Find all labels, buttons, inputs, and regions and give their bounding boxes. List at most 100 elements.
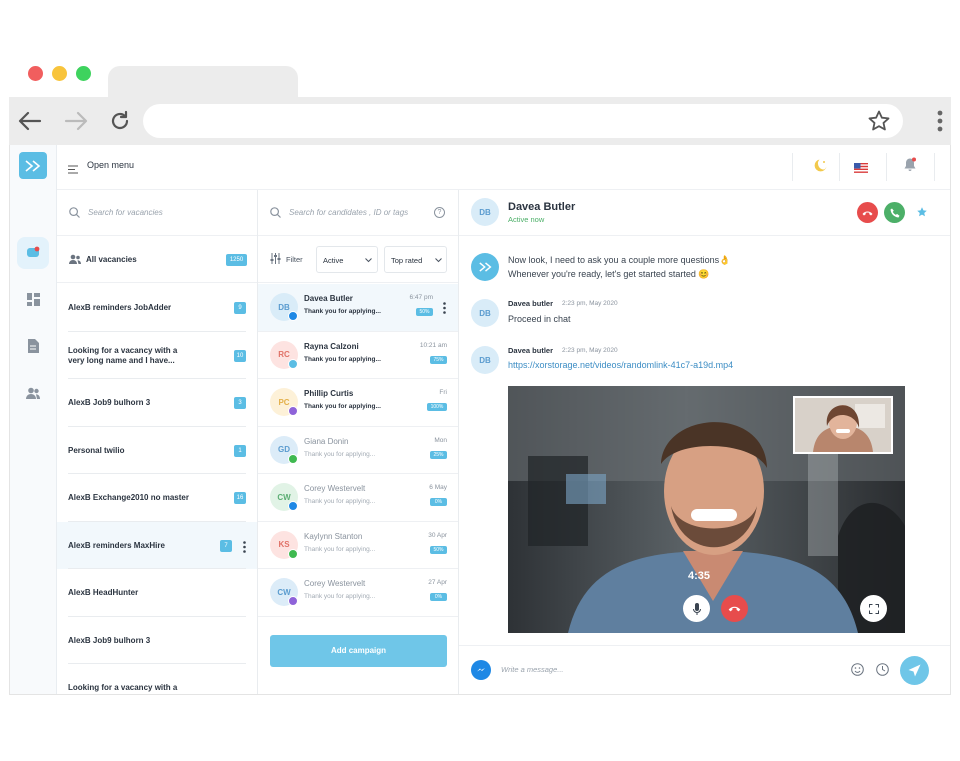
add-campaign-button[interactable]: Add campaign [270,635,447,667]
app-logo-icon [478,262,492,272]
us-flag-icon[interactable] [854,160,868,178]
chat-nav-icon[interactable] [17,237,49,269]
send-button[interactable] [900,656,929,685]
candidate-list-item[interactable]: PC Phillip Curtis Thank you for applying..… [258,379,458,427]
call-timer: 4:35 [688,570,711,582]
vacancy-list-item[interactable]: AlexB reminders JobAdder 9 [57,284,257,332]
app-logo[interactable] [19,152,47,179]
favorite-star-icon[interactable] [916,206,928,218]
candidate-list-item[interactable]: CW Corey Westervelt Thank you for applying… [258,474,458,522]
candidate-name: Davea Butler [304,294,353,303]
vacancy-search-input[interactable]: Search for vacancies [57,190,257,236]
kebab-menu-icon[interactable] [243,540,246,558]
message-meta: 2:23 pm, May 2020 [562,347,618,354]
minimize-window-dot[interactable] [52,66,67,81]
reload-icon[interactable] [106,107,134,135]
app-window: Open menu Search for vacancies All vacan… [9,145,951,695]
vacancy-list-item[interactable]: Looking for a vacancy with a [57,664,257,694]
self-view-thumbnail[interactable] [793,396,893,454]
match-percent-badge: 75% [430,355,447,364]
top-bar: Open menu [57,145,950,190]
vacancy-list-item[interactable]: AlexB Job9 bulhorn 3 3 [57,379,257,427]
help-icon[interactable]: ? [434,207,445,218]
forward-arrow-icon[interactable] [62,107,90,135]
candidate-list-item[interactable]: GD Giana Donin Thank you for applying... Mo… [258,427,458,474]
candidate-list-item[interactable]: RC Rayna Calzoni Thank you for applying...… [258,332,458,379]
messenger-channel-icon[interactable] [471,660,491,680]
candidate-list-item[interactable]: DB Davea Butler Thank you for applying... 6… [258,284,458,332]
open-menu-button[interactable]: Open menu [87,160,134,170]
sort-select[interactable]: Top rated [384,246,447,273]
filter-icon[interactable] [270,253,281,264]
vacancy-list-item[interactable]: AlexB Exchange2010 no master 16 [57,474,257,522]
people-icon [69,254,81,264]
maximize-window-dot[interactable] [76,66,91,81]
filter-row: Filter Active Top rated [258,236,458,283]
all-vacancies-row[interactable]: All vacancies 1250 [57,236,257,283]
accept-call-button[interactable] [884,202,905,223]
fullscreen-button[interactable] [860,595,887,622]
message-author: Davea butler [508,299,554,308]
mute-button[interactable] [683,595,710,622]
message-text: Whenever you're ready, let's get started… [508,269,710,279]
emoji-icon[interactable] [851,663,864,676]
video-call[interactable]: 4:35 [508,386,905,633]
star-icon[interactable] [865,107,893,135]
close-window-dot[interactable] [28,66,43,81]
phone-icon [890,208,899,217]
candidate-list-item[interactable]: CW Corey Westervelt Thank you for applying… [258,569,458,617]
decline-call-button[interactable] [857,202,878,223]
documents-nav-icon[interactable] [17,330,49,362]
kebab-menu-icon[interactable] [926,107,954,135]
message-input[interactable]: Write a message... [501,665,564,674]
divider [792,153,793,181]
back-arrow-icon[interactable] [16,107,44,135]
candidate-time: 10:21 am [419,341,447,349]
candidate-list-item[interactable]: KS Kaylynn Stanton Thank you for applying.… [258,522,458,569]
kebab-menu-icon[interactable] [443,301,446,319]
candidate-search-input[interactable]: Search for candidates , ID or tags [258,190,458,236]
vacancy-list-item[interactable]: AlexB Job9 bulhorn 3 [57,617,257,664]
moon-icon[interactable] [814,158,828,177]
vacancy-title: AlexB reminders MaxHire [68,540,165,550]
address-bar[interactable] [143,104,903,138]
contact-avatar[interactable]: DB [471,198,499,226]
vacancy-list-item[interactable]: AlexB reminders MaxHire 7 [57,521,257,569]
candidate-name: Rayna Calzoni [304,341,359,351]
video-link[interactable]: https://xorstorage.net/videos/randomlink… [508,360,733,370]
candidate-time: Fri [439,389,447,396]
channel-icon [288,501,298,511]
vacancy-list-item[interactable]: AlexB HeadHunter [57,569,257,617]
channel-icon [288,406,298,416]
vacancies-column: Search for vacancies All vacancies 1250 … [57,190,258,694]
channel-icon [288,358,298,369]
vacancy-count-badge: 9 [234,302,246,314]
candidates-column: Search for candidates , ID or tags ? Fil… [258,190,459,694]
contacts-nav-icon[interactable] [17,377,49,409]
vacancy-title: AlexB HeadHunter [68,588,139,597]
hamburger-icon[interactable] [68,161,78,179]
bell-icon[interactable] [903,157,917,177]
vacancy-search-placeholder: Search for vacancies [88,208,163,217]
vacancy-count-badge: 16 [234,492,246,504]
bot-avatar [471,253,499,281]
hang-up-button[interactable] [721,595,748,622]
vacancy-title: AlexB reminders JobAdder [68,303,172,312]
candidate-last-message: Thank you for applying... [304,355,381,363]
channel-icon [288,311,298,321]
message-avatar[interactable]: DB [471,299,499,327]
vacancy-list-item[interactable]: Looking for a vacancy with a very long n… [57,332,257,379]
message-avatar[interactable]: DB [471,346,499,374]
vacancy-list-item[interactable]: Personal twilio 1 [57,427,257,474]
all-vacancies-label: All vacancies [86,255,137,264]
filter-label[interactable]: Filter [286,255,303,264]
candidate-name: Corey Westervelt [304,579,366,588]
clock-icon[interactable] [876,663,889,676]
message-composer: Write a message... [459,645,950,694]
vacancy-title: AlexB Job9 bulhorn 3 [68,398,151,407]
status-select[interactable]: Active [316,246,378,273]
vacancy-title: AlexB Exchange2010 no master [68,493,189,502]
candidate-search-placeholder: Search for candidates , ID or tags [289,208,409,217]
chat-column: DB Davea Butler Active now Now look, I n… [459,190,950,694]
dashboard-nav-icon[interactable] [17,283,49,315]
